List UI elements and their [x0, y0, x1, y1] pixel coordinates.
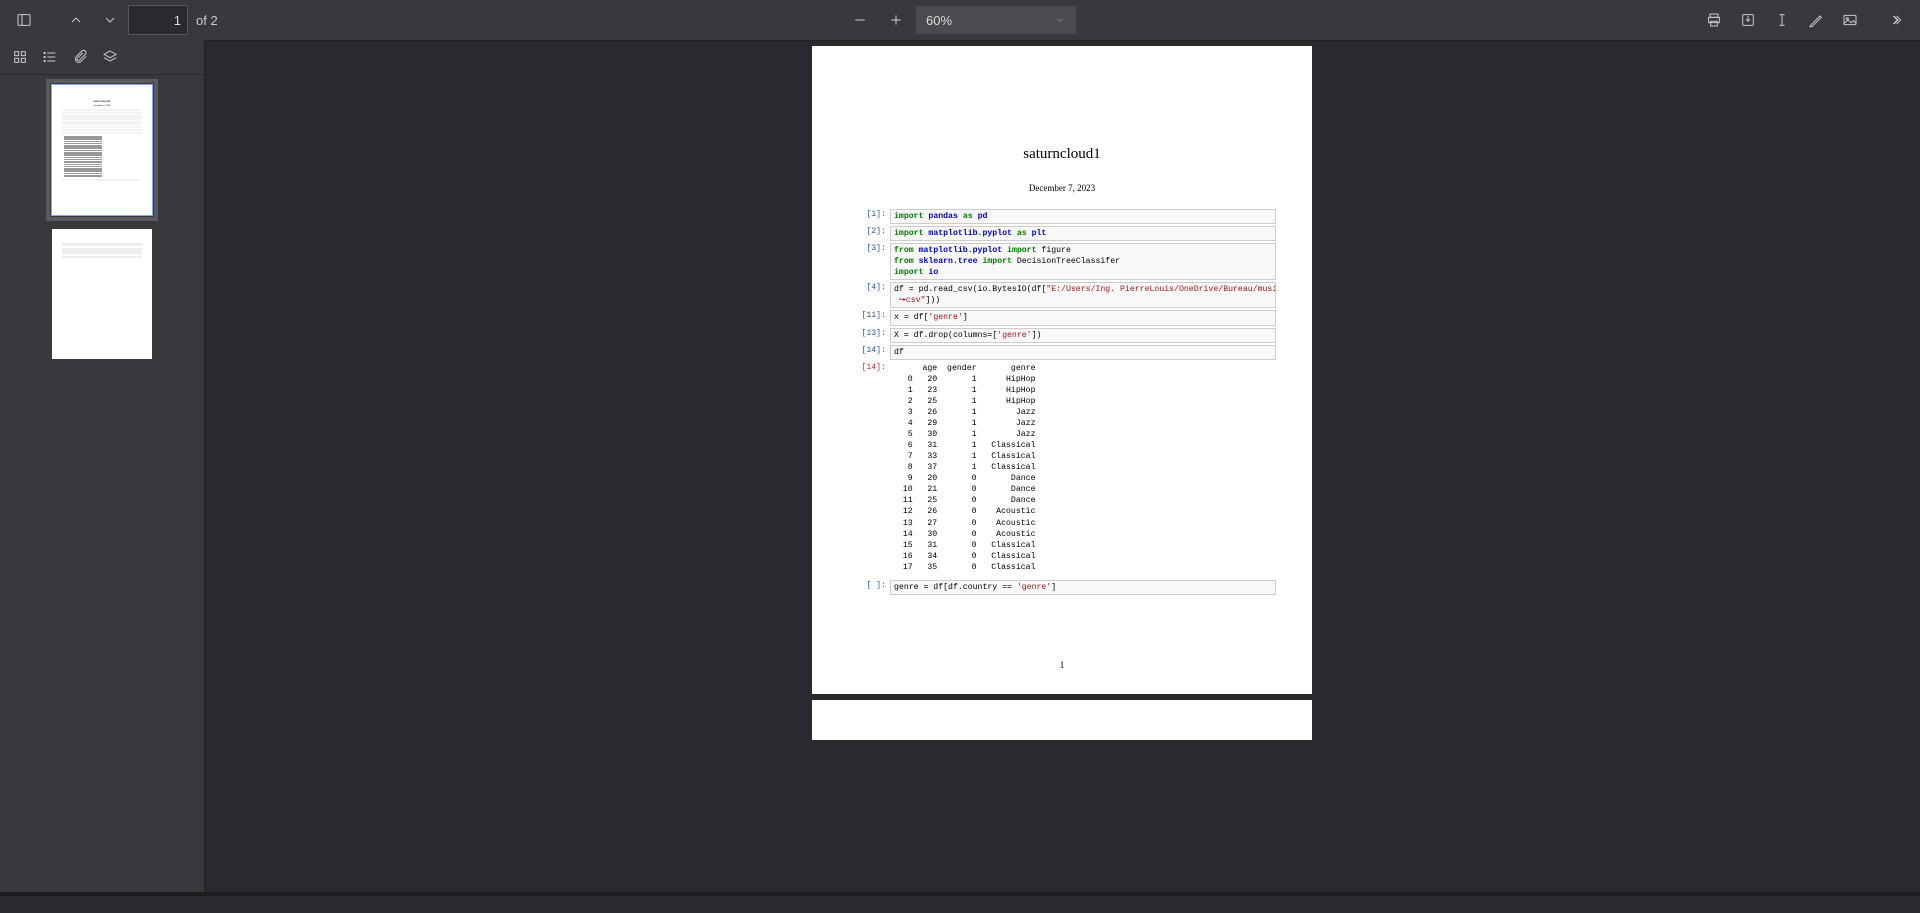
- cell-body-4: x = df['genre']: [890, 310, 1276, 325]
- zoom-in-button[interactable]: [880, 4, 912, 36]
- page-total-label: of 2: [196, 13, 218, 28]
- sidebar: saturncloud1 December 7, 2023: [0, 40, 205, 892]
- image-button[interactable]: [1834, 4, 1866, 36]
- dataframe-output: age gender genre 0 20 1 HipHop 1 23 1 Hi…: [890, 362, 1276, 574]
- cell-label-0: [1]:: [848, 209, 890, 224]
- thumbnails-view-button[interactable]: [6, 43, 34, 71]
- cell-label-3: [4]:: [848, 282, 890, 308]
- thumbnail-page-2[interactable]: [52, 229, 152, 359]
- draw-button[interactable]: [1800, 4, 1832, 36]
- thumbnail-page-1[interactable]: saturncloud1 December 7, 2023: [52, 85, 152, 215]
- layers-button[interactable]: [96, 43, 124, 71]
- page-2-peek: [812, 700, 1312, 740]
- document-viewport[interactable]: saturncloud1 December 7, 2023 [1]:import…: [204, 40, 1920, 892]
- cell-body-1: import matplotlib.pyplot as plt: [890, 226, 1276, 241]
- zoom-level-label: 60%: [926, 13, 952, 28]
- cell-body-0: import pandas as pd: [890, 209, 1276, 224]
- status-bar: [0, 892, 1920, 896]
- page-down-button[interactable]: [94, 4, 126, 36]
- page-number-input[interactable]: [128, 5, 188, 35]
- cell-body-empty: genre = df[df.country == 'genre']: [890, 580, 1276, 595]
- cell-body-2: from matplotlib.pyplot import figure fro…: [890, 243, 1276, 280]
- zoom-out-button[interactable]: [844, 4, 876, 36]
- zoom-select[interactable]: 60%: [916, 6, 1076, 34]
- cell-label-empty: [ ]:: [848, 580, 890, 595]
- text-select-button[interactable]: [1766, 4, 1798, 36]
- cell-body-5: X = df.drop(columns=['genre']): [890, 328, 1276, 343]
- sidebar-toggle-button[interactable]: [8, 4, 40, 36]
- cell-label-2: [3]:: [848, 243, 890, 280]
- document-date: December 7, 2023: [848, 183, 1276, 193]
- document-title: saturncloud1: [848, 146, 1276, 163]
- cell-body-3: df = pd.read_csv(io.BytesIO(df["E:/Users…: [890, 282, 1276, 308]
- cell-label-1: [2]:: [848, 226, 890, 241]
- page-number: 1: [812, 660, 1312, 670]
- cell-label-5: [13]:: [848, 328, 890, 343]
- download-button[interactable]: [1732, 4, 1764, 36]
- outline-view-button[interactable]: [36, 43, 64, 71]
- page-1: saturncloud1 December 7, 2023 [1]:import…: [812, 46, 1312, 694]
- main-toolbar: of 2 60%: [0, 0, 1920, 41]
- cell-body-6: df: [890, 345, 1276, 360]
- cell-label-4: [11]:: [848, 310, 890, 325]
- attachments-button[interactable]: [66, 43, 94, 71]
- page-up-button[interactable]: [60, 4, 92, 36]
- output-label: [14]:: [848, 362, 890, 574]
- print-button[interactable]: [1698, 4, 1730, 36]
- more-tools-button[interactable]: [1880, 4, 1912, 36]
- cell-label-6: [14]:: [848, 345, 890, 360]
